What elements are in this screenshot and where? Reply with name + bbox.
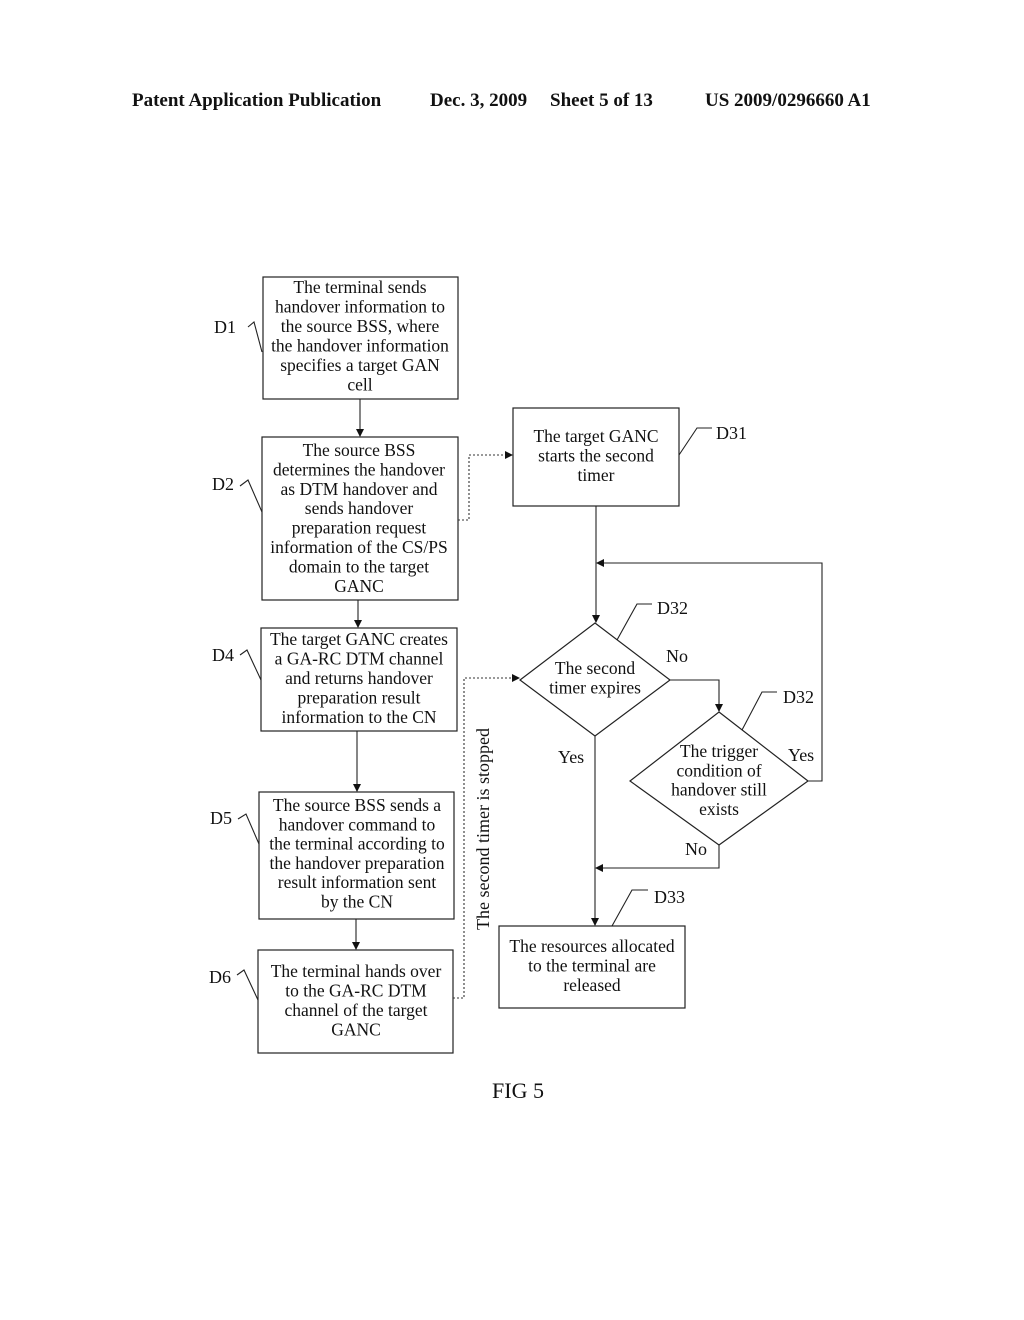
step-text-line: to the terminal are xyxy=(528,956,656,976)
ref-leader-d4 xyxy=(239,649,262,681)
step-text-line: domain to the target xyxy=(289,556,429,576)
step-text-line: to the GA-RC DTM xyxy=(285,981,427,1001)
step-text-line: The resources allocated xyxy=(509,936,674,956)
edge-label-no-1: No xyxy=(666,646,688,666)
dashed-arrow-d2-d31 xyxy=(458,451,513,521)
step-text-line: handover still xyxy=(671,780,767,800)
step-text-line: and returns handover xyxy=(285,668,433,688)
flowchart: D1 D2 D4 D5 D6 D31 D32 D32 D33 No Yes Ye… xyxy=(209,276,823,1103)
step-text-line: exists xyxy=(699,799,739,819)
step-text-line: a GA-RC DTM channel xyxy=(275,649,444,669)
step-text-line: The terminal hands over xyxy=(271,961,442,981)
step-d4-text: The target GANC createsa GA-RC DTM chann… xyxy=(270,629,448,727)
ref-label-d4: D4 xyxy=(212,645,234,665)
step-text-line: channel of the target xyxy=(284,1000,427,1020)
step-text-line: determines the handover xyxy=(273,459,445,479)
step-text-line: The second xyxy=(555,658,635,678)
ref-leader-d32b xyxy=(741,691,777,731)
edge-label-no-2: No xyxy=(685,839,707,859)
ref-leader-d2 xyxy=(239,479,263,513)
edge-label-yes-1: Yes xyxy=(558,747,584,767)
ref-leader-d33 xyxy=(611,889,648,927)
step-text-line: GANC xyxy=(331,1020,381,1040)
step-text-line: The trigger xyxy=(680,741,758,761)
ref-label-d6: D6 xyxy=(209,967,231,987)
step-text-line: the terminal according to xyxy=(269,834,445,854)
ref-label-d31: D31 xyxy=(716,423,747,443)
step-text-line: by the CN xyxy=(321,892,393,912)
step-text-line: The source BSS xyxy=(303,440,416,460)
step-text-line: GANC xyxy=(334,576,384,596)
ref-label-d2: D2 xyxy=(212,474,234,494)
step-text-line: The terminal sends xyxy=(293,277,426,297)
ref-label-d5: D5 xyxy=(210,808,232,828)
edge-label-timer-stopped: The second timer is stopped xyxy=(473,728,493,930)
edge-label-yes-2: Yes xyxy=(788,745,814,765)
step-text-line: sends handover xyxy=(305,498,414,518)
step-text-line: handover information to xyxy=(275,297,445,317)
ref-label-d32b: D32 xyxy=(783,687,814,707)
step-text-line: specifies a target GAN xyxy=(280,355,440,375)
step-text-line: preparation request xyxy=(292,518,427,538)
step-text-line: handover command to xyxy=(279,814,436,834)
step-text-line: released xyxy=(563,975,621,995)
step-text-line: cell xyxy=(347,375,372,395)
step-text-line: condition of xyxy=(676,760,761,780)
step-text-line: The source BSS sends a xyxy=(273,795,441,815)
ref-label-d32a: D32 xyxy=(657,598,688,618)
step-d32a-text: The secondtimer expires xyxy=(549,658,641,698)
step-text-line: the handover information xyxy=(271,336,449,356)
step-text-line: result information sent xyxy=(278,872,437,892)
step-text-line: as DTM handover and xyxy=(281,479,438,499)
step-text-line: preparation result xyxy=(298,688,421,708)
ref-leader-d5 xyxy=(237,813,260,845)
step-text-line: The target GANC xyxy=(533,426,658,446)
step-text-line: information of the CS/PS xyxy=(270,537,447,557)
ref-leader-d31 xyxy=(678,427,712,456)
ref-label-d33: D33 xyxy=(654,887,685,907)
step-text-line: starts the second xyxy=(538,446,654,466)
step-text-line: timer xyxy=(578,465,615,485)
step-text-line: The target GANC creates xyxy=(270,629,448,649)
ref-label-d1: D1 xyxy=(214,317,236,337)
step-text-line: the source BSS, where xyxy=(281,316,440,336)
step-d2-text: The source BSSdetermines the handoveras … xyxy=(270,440,447,596)
ref-leader-d32a xyxy=(616,603,652,641)
step-text-line: timer expires xyxy=(549,678,641,698)
figure-label: FIG 5 xyxy=(492,1078,544,1103)
ref-leader-d6 xyxy=(236,969,259,1001)
step-text-line: information to the CN xyxy=(281,707,436,727)
ref-leader-d1 xyxy=(247,321,263,353)
step-text-line: the handover preparation xyxy=(270,853,445,873)
arrow-no-d32b xyxy=(670,679,723,712)
